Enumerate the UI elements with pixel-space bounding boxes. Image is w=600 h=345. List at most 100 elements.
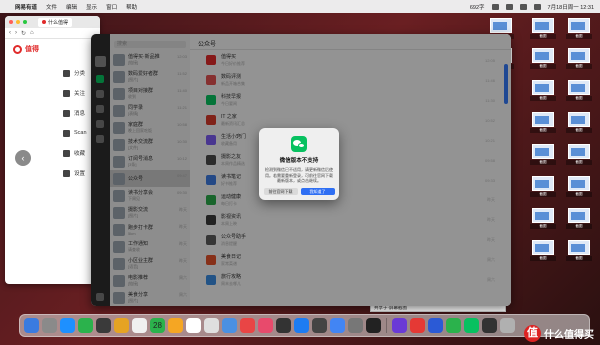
site-nav-item[interactable]: 关注 (63, 83, 92, 103)
minimize-window-icon[interactable] (16, 20, 20, 24)
browser-window[interactable]: 什么值得 ‹ › ↻ ⌂ 值得 分类 关注 消息 Scan 收藏 设置 ‹ (5, 16, 100, 284)
site-nav-item[interactable]: 消息 (63, 103, 92, 123)
desktop-file-label: 截图 (566, 160, 592, 165)
dock-app-icon[interactable] (410, 318, 425, 333)
dock-app-icon[interactable] (78, 318, 93, 333)
browser-tab-title: 什么值得 (48, 19, 69, 26)
control-center-icon[interactable] (533, 3, 541, 10)
dock-app-icon[interactable] (186, 318, 201, 333)
site-logo[interactable]: 值得 (5, 39, 100, 59)
dock-app-icon[interactable] (60, 318, 75, 333)
dock-app-icon[interactable] (42, 318, 57, 333)
desktop-file-label: 截图 (530, 192, 556, 197)
dock-app-icon[interactable] (366, 318, 381, 333)
watermark-logo: 值 (524, 325, 541, 342)
screenshot-thumbnail-icon (568, 208, 590, 223)
site-nav-item[interactable]: Scan (63, 123, 92, 143)
battery-icon[interactable] (505, 3, 513, 10)
menu-status-text[interactable]: 692字 (470, 3, 485, 11)
desktop-file-label: 截图 (530, 128, 556, 133)
dock-app-icon[interactable] (276, 318, 291, 333)
close-window-icon[interactable] (9, 20, 13, 24)
menu-app-name[interactable]: 网易有道 (15, 3, 37, 11)
menu-clock[interactable]: 7月18日周一 12:31 (548, 3, 594, 11)
dock-app-icon[interactable] (24, 318, 39, 333)
desktop-file-icon[interactable]: 截图 (566, 112, 592, 133)
desktop-file-icon[interactable]: 截图 (530, 80, 556, 101)
dock-app-icon[interactable] (500, 318, 515, 333)
dock-app-icon[interactable] (312, 318, 327, 333)
desktop-file-icon[interactable]: 截图 (566, 80, 592, 101)
dock-app-icon[interactable] (294, 318, 309, 333)
screenshot-thumbnail-icon (568, 112, 590, 127)
menu-view[interactable]: 显示 (86, 3, 97, 11)
desktop-file-icon[interactable]: 截图 (530, 112, 556, 133)
desktop-file-icon[interactable]: 截图 (530, 208, 556, 229)
gear-icon (63, 169, 70, 177)
desktop-file-icon[interactable]: 截图 (566, 48, 592, 69)
reload-icon[interactable]: ↻ (21, 30, 26, 37)
dock-app-icon[interactable] (204, 318, 219, 333)
dock-app-icon[interactable] (348, 318, 363, 333)
dock-app-icon[interactable] (446, 318, 461, 333)
browser-tab[interactable]: 什么值得 (38, 17, 73, 27)
site-nav-label: 设置 (74, 171, 86, 177)
calendar-icon[interactable]: 28 (150, 318, 165, 333)
desktop-file-icon[interactable]: 截图 (566, 18, 592, 39)
dialog-buttons: 前往官网下载 我知道了 (259, 187, 339, 195)
browser-tab-bar: 什么值得 (5, 16, 100, 28)
desktop-file-icon[interactable]: 截图 (566, 208, 592, 229)
screenshot-thumbnail-icon (532, 240, 554, 255)
wifi-icon[interactable] (491, 3, 499, 10)
desktop-file-icon[interactable]: 截图 (566, 144, 592, 165)
download-official-button[interactable]: 前往官网下载 (263, 187, 298, 195)
dock-app-icon[interactable] (240, 318, 255, 333)
dock-app-icon[interactable] (482, 318, 497, 333)
chat-bubble-shape (298, 143, 305, 148)
dock-app-icon[interactable] (96, 318, 111, 333)
menu-help[interactable]: 帮助 (126, 3, 137, 11)
zoom-window-icon[interactable] (23, 20, 27, 24)
desktop-file-icon[interactable]: 截图 (530, 144, 556, 165)
desktop-file-label: 截图 (566, 192, 592, 197)
site-nav-item[interactable]: 分类 (63, 63, 92, 83)
dock-app-icon[interactable] (114, 318, 129, 333)
screenshot-thumbnail-icon (532, 112, 554, 127)
browser-address-bar: ‹ › ↻ ⌂ (5, 28, 100, 39)
dock-app-icon[interactable] (428, 318, 443, 333)
dock-app-icon[interactable] (392, 318, 407, 333)
dock-app-icon[interactable] (168, 318, 183, 333)
desktop-file-label: 截图 (566, 64, 592, 69)
carousel-back-button[interactable]: ‹ (15, 150, 31, 166)
desktop-file-icon[interactable]: 截图 (530, 18, 556, 39)
dock-app-icon[interactable] (132, 318, 147, 333)
dock-app-icon[interactable] (330, 318, 345, 333)
back-arrow-icon[interactable]: ‹ (9, 30, 11, 36)
menu-file[interactable]: 文件 (46, 3, 57, 11)
dock-app-icon[interactable] (258, 318, 273, 333)
home-icon[interactable]: ⌂ (30, 30, 34, 36)
acknowledge-button[interactable]: 我知道了 (300, 187, 335, 195)
search-icon[interactable] (519, 3, 527, 10)
desktop-file-icon[interactable]: 截图 (530, 48, 556, 69)
site-nav-item[interactable]: 设置 (63, 163, 92, 183)
screenshot-thumbnail-icon (532, 176, 554, 191)
desktop-file-icon[interactable]: 截图 (566, 176, 592, 197)
menu-edit[interactable]: 编辑 (66, 3, 77, 11)
dock-app-icon[interactable] (464, 318, 479, 333)
menu-window[interactable]: 窗口 (106, 3, 117, 11)
dock-app-icon[interactable] (222, 318, 237, 333)
desktop-file-icon[interactable]: 截图 (530, 240, 556, 261)
screenshot-thumbnail-icon (532, 48, 554, 63)
screenshot-thumbnail-icon (568, 80, 590, 95)
screenshot-thumbnail-icon (568, 176, 590, 191)
desktop-file-label: 截图 (530, 256, 556, 261)
chevron-left-icon: ‹ (21, 153, 25, 163)
desktop-file-icon[interactable]: 截图 (530, 176, 556, 197)
forward-arrow-icon[interactable]: › (15, 30, 17, 36)
message-icon (63, 109, 70, 117)
site-nav-item[interactable]: 收藏 (63, 143, 92, 163)
screenshot-thumbnail-icon (490, 18, 512, 33)
site-nav-label: 消息 (74, 111, 86, 117)
desktop-file-icon[interactable]: 截图 (566, 240, 592, 261)
